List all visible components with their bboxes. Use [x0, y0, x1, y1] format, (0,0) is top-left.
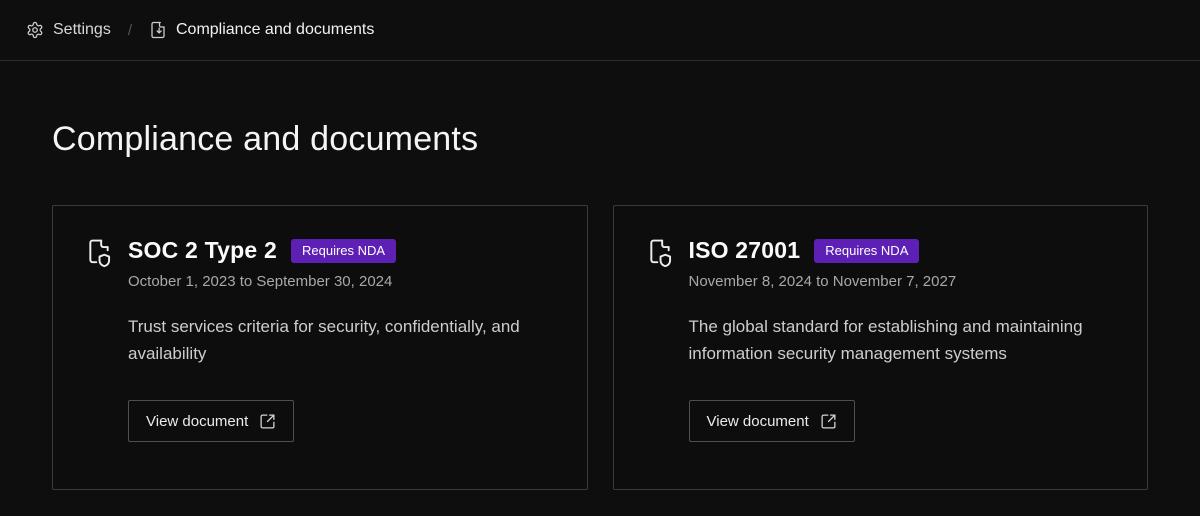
card-description: Trust services criteria for security, co… [128, 313, 528, 367]
main-content: Compliance and documents SOC 2 Type 2 Re… [0, 120, 1200, 490]
breadcrumb: Settings / Compliance and documents [0, 0, 1200, 61]
file-shield-icon [86, 238, 112, 268]
file-shield-icon [647, 238, 673, 268]
breadcrumb-settings[interactable]: Settings [26, 21, 111, 39]
gear-icon [26, 21, 44, 39]
breadcrumb-settings-label: Settings [53, 21, 111, 39]
view-document-button[interactable]: View document [689, 400, 855, 442]
card-date-range: October 1, 2023 to September 30, 2024 [128, 273, 528, 290]
card-body: ISO 27001 Requires NDA November 8, 2024 … [689, 237, 1089, 442]
nda-badge: Requires NDA [814, 239, 919, 263]
card-body: SOC 2 Type 2 Requires NDA October 1, 202… [128, 237, 528, 442]
breadcrumb-current-label: Compliance and documents [176, 21, 374, 39]
compliance-cards: SOC 2 Type 2 Requires NDA October 1, 202… [52, 205, 1148, 490]
file-download-icon [149, 21, 167, 39]
card-soc2: SOC 2 Type 2 Requires NDA October 1, 202… [52, 205, 588, 490]
breadcrumb-current: Compliance and documents [149, 21, 374, 39]
card-iso27001: ISO 27001 Requires NDA November 8, 2024 … [613, 205, 1149, 490]
view-document-label: View document [707, 413, 809, 430]
card-title: SOC 2 Type 2 [128, 237, 277, 264]
breadcrumb-separator: / [128, 22, 132, 39]
view-document-label: View document [146, 413, 248, 430]
card-title-row: SOC 2 Type 2 Requires NDA [128, 237, 528, 264]
card-description: The global standard for establishing and… [689, 313, 1089, 367]
card-title-row: ISO 27001 Requires NDA [689, 237, 1089, 264]
external-link-icon [259, 413, 276, 430]
nda-badge: Requires NDA [291, 239, 396, 263]
page-title: Compliance and documents [52, 120, 1148, 159]
card-date-range: November 8, 2024 to November 7, 2027 [689, 273, 1089, 290]
view-document-button[interactable]: View document [128, 400, 294, 442]
external-link-icon [820, 413, 837, 430]
card-title: ISO 27001 [689, 237, 801, 264]
